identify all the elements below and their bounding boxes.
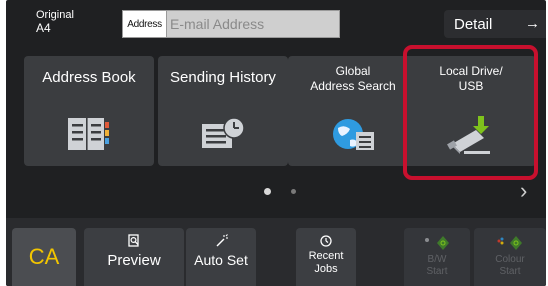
bottom-bar: CA Preview Auto Set Recent Jobs B/W Star…	[6, 218, 546, 286]
colour-start-icon	[497, 236, 522, 250]
global-address-search-tile[interactable]: Global Address Search	[288, 56, 418, 166]
history-icon	[320, 235, 332, 247]
original-label: Original	[36, 9, 74, 21]
original-size-value: A4	[36, 20, 51, 35]
detail-button-label: Detail	[454, 15, 493, 33]
bw-start-icon	[425, 236, 449, 250]
detail-button[interactable]: Detail →	[444, 10, 546, 38]
preview-icon	[128, 234, 139, 247]
address-field[interactable]: Address	[122, 10, 340, 38]
local-drive-usb-line1: Local Drive/	[439, 64, 503, 78]
global-address-search-line2: Address Search	[310, 79, 396, 93]
recent-jobs-line2: Jobs	[314, 263, 338, 276]
control-panel: Original A4 Address Detail → Address Boo…	[6, 0, 546, 286]
address-book-tile[interactable]: Address Book	[24, 56, 154, 166]
sending-history-label: Sending History	[170, 69, 276, 86]
sending-history-tile[interactable]: Sending History	[158, 56, 288, 166]
usb-drive-icon	[447, 116, 490, 154]
arrow-right-icon: →	[525, 15, 540, 32]
recent-jobs-line1: Recent	[308, 250, 344, 262]
address-book-label: Address Book	[42, 69, 136, 86]
magic-wand-icon	[216, 234, 228, 247]
local-drive-usb-tile[interactable]: Local Drive/ USB	[406, 56, 536, 166]
auto-set-label: Auto Set	[194, 252, 248, 268]
local-drive-usb-line2: USB	[458, 79, 484, 93]
next-page-arrow-icon[interactable]: ›	[520, 178, 527, 204]
recent-jobs-button[interactable]: Recent Jobs	[296, 228, 356, 286]
colour-start-line1: Colour	[495, 254, 525, 265]
bw-start-line1: B/W	[427, 254, 447, 265]
colour-start-line2: Start	[499, 266, 521, 277]
preview-label: Preview	[107, 252, 161, 269]
screen: Original A4 Address Detail → Address Boo…	[0, 0, 548, 286]
sending-history-icon	[202, 117, 245, 148]
page-indicator-inactive[interactable]	[291, 189, 296, 194]
ca-button[interactable]: CA	[12, 228, 76, 286]
address-tag[interactable]: Address	[123, 11, 167, 37]
preview-button[interactable]: Preview	[84, 228, 184, 286]
original-size-indicator[interactable]: Original A4	[36, 9, 74, 35]
email-address-input[interactable]	[170, 11, 338, 37]
bw-start-line2: Start	[426, 266, 448, 277]
global-address-search-label: Global Address Search	[288, 64, 418, 94]
auto-set-button[interactable]: Auto Set	[186, 228, 256, 286]
local-drive-usb-label: Local Drive/ USB	[406, 64, 536, 94]
global-address-search-line1: Global	[335, 64, 371, 78]
bw-start-button[interactable]: B/W Start	[404, 228, 470, 286]
colour-start-button[interactable]: Colour Start	[474, 228, 546, 286]
address-book-icon	[68, 118, 109, 150]
page-indicator-active	[264, 188, 271, 195]
global-address-search-icon	[333, 119, 374, 150]
